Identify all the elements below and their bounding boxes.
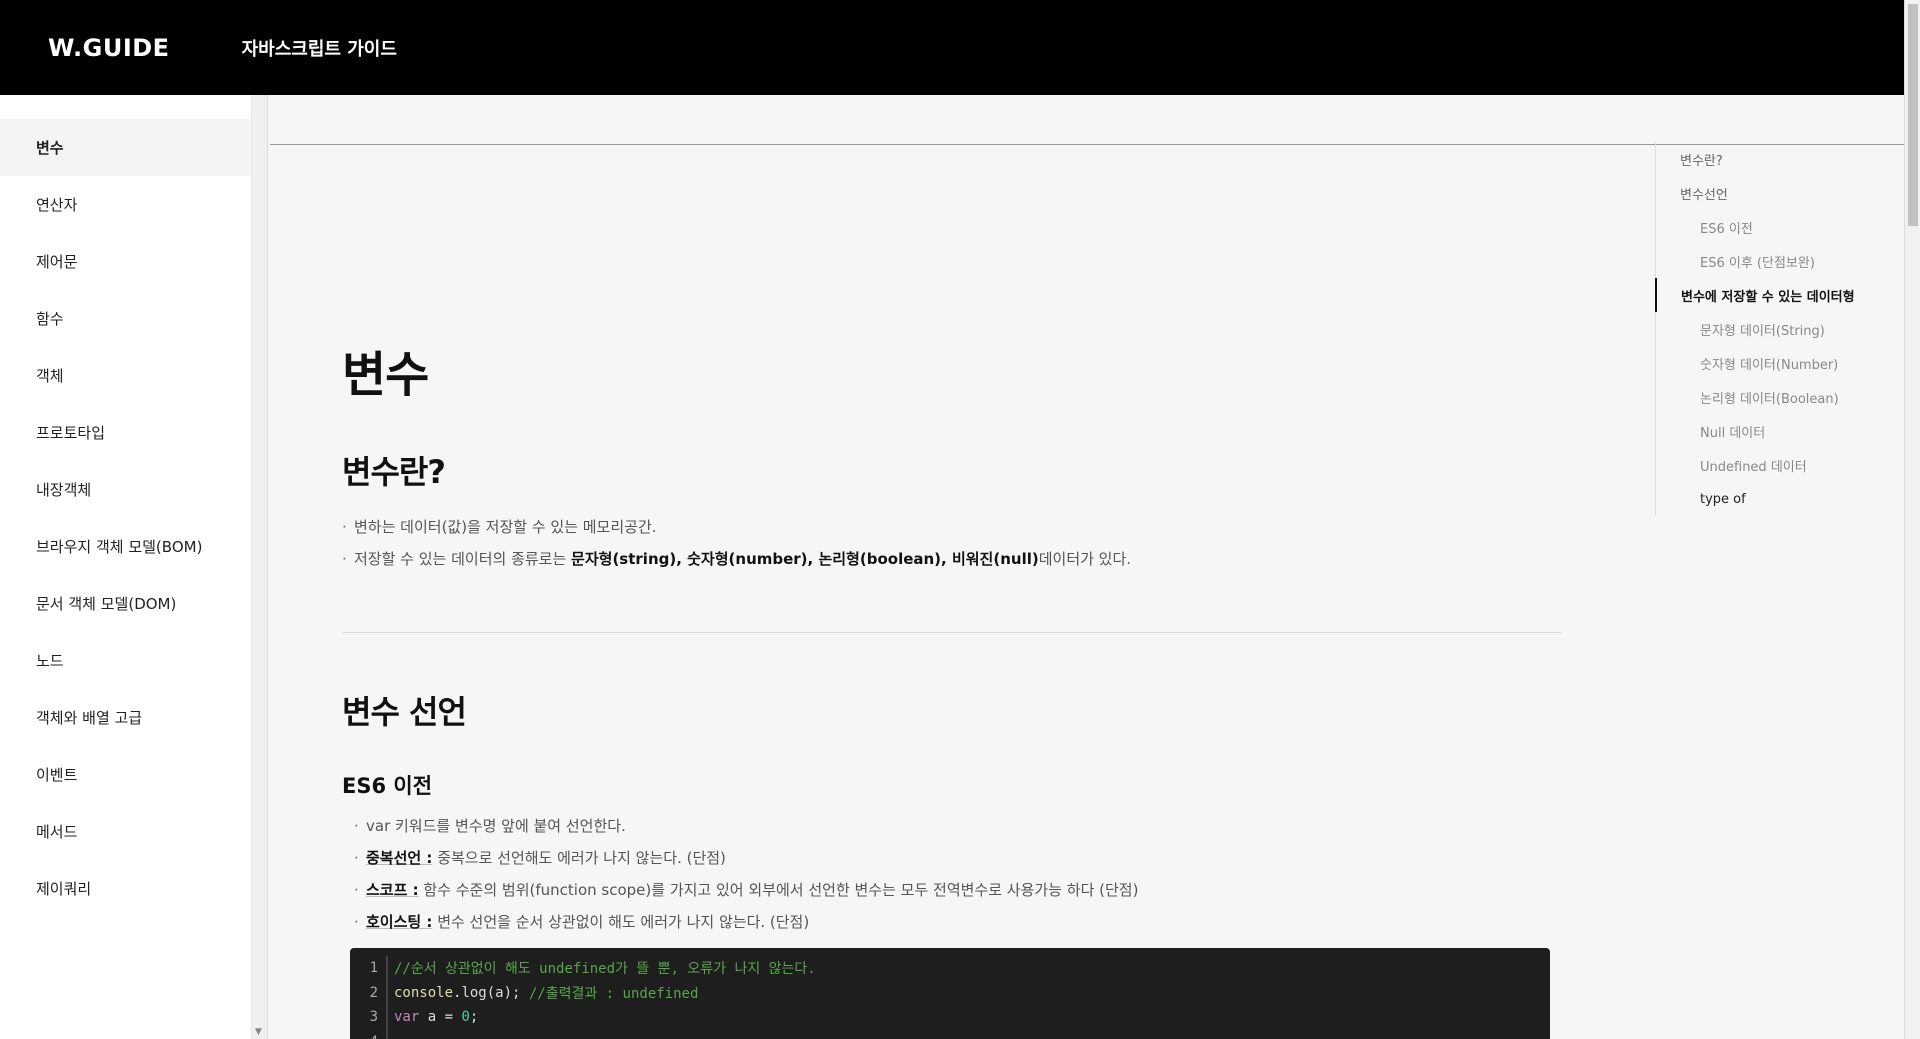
code-line: 1 //순서 상관없이 해도 undefined가 뜰 뿐, 오류가 나지 않는… (350, 956, 1550, 981)
gutter-bar (386, 1029, 388, 1039)
code-text: ; (469, 1009, 479, 1026)
list-item: var 키워드를 변수명 앞에 붙여 선언한다. (354, 810, 1554, 842)
table-of-contents: 변수란? 변수선언 ES6 이전 ES6 이후 (단점보완) 변수에 저장할 수… (1655, 142, 1895, 516)
list-item: 스코프 : 함수 수준의 범위(function scope)를 가지고 있어 … (354, 874, 1554, 906)
toc-item[interactable]: Null 데이터 (1656, 414, 1895, 448)
list-item-text: 함수 수준의 범위(function scope)를 가지고 있어 외부에서 선… (418, 881, 1139, 899)
code-block[interactable]: 1 //순서 상관없이 해도 undefined가 뜰 뿐, 오류가 나지 않는… (350, 948, 1550, 1039)
code-comment: //출력결과 : undefined (528, 985, 699, 1002)
toc-item[interactable]: 숫자형 데이터(Number) (1656, 346, 1895, 380)
sidebar-item-dom[interactable]: 문서 객체 모델(DOM) (0, 575, 251, 632)
code-line: 2 console .log(a); //출력결과 : undefined (350, 980, 1550, 1005)
logo[interactable]: W.GUIDE (48, 34, 170, 62)
sidebar-item-prototype[interactable]: 프로토타입 (0, 404, 251, 461)
scroll-down-arrow-icon[interactable]: ▼ (255, 1027, 262, 1037)
scrollbar-thumb[interactable] (1908, 4, 1918, 226)
list-item: 저장할 수 있는 데이터의 종류로는 문자형(string), 숫자형(numb… (342, 543, 1562, 575)
toc-item[interactable]: ES6 이후 (단점보완) (1656, 244, 1895, 278)
line-number: 1 (369, 960, 378, 977)
sidebar-item-bom[interactable]: 브라우지 객체 모델(BOM) (0, 518, 251, 575)
sidebar-item-objects[interactable]: 객체 (0, 347, 251, 404)
site-title[interactable]: 자바스크립트 가이드 (242, 35, 397, 61)
header: W.GUIDE 자바스크립트 가이드 (0, 0, 1904, 95)
sidebar-item-jquery[interactable]: 제이쿼리 (0, 860, 251, 917)
code-keyword: var (394, 1009, 420, 1026)
toc-item[interactable]: 변수선언 (1656, 176, 1895, 210)
toc-item[interactable]: Undefined 데이터 (1656, 448, 1895, 482)
sidebar-item-builtin-objects[interactable]: 내장객체 (0, 461, 251, 518)
code-identifier: console (394, 984, 454, 1001)
list-item-label: 스코프 : (366, 881, 419, 899)
sidebar-item-operators[interactable]: 연산자 (0, 176, 251, 233)
code-line: 3 var a = 0; (350, 1005, 1550, 1030)
sidebar-item-events[interactable]: 이벤트 (0, 746, 251, 803)
page-title: 변수 (342, 347, 429, 403)
code-line: 4 (350, 1029, 1550, 1039)
gutter-bar (386, 980, 388, 1005)
list-item-label: 중복선언 : (366, 849, 433, 867)
sidebar-item-control-statements[interactable]: 제어문 (0, 233, 251, 290)
list-item-label: 호이스팅 : (366, 913, 433, 931)
toc-item[interactable]: type of (1656, 482, 1895, 516)
toc-item[interactable]: 논리형 데이터(Boolean) (1656, 380, 1895, 414)
section-heading-variable-declaration: 변수 선언 (342, 693, 467, 731)
code-comment: //순서 상관없이 해도 undefined가 뜰 뿐, 오류가 나지 않는다. (394, 961, 816, 978)
section-divider (342, 632, 1562, 633)
sidebar-nav: 변수 연산자 제어문 함수 객체 프로토타입 내장객체 브라우지 객체 모델(B… (0, 95, 252, 1039)
code-text: .log(a); (453, 984, 529, 1001)
list-item: 중복선언 : 중복으로 선언해도 에러가 나지 않는다. (단점) (354, 842, 1554, 874)
section2-list: var 키워드를 변수명 앞에 붙여 선언한다. 중복선언 : 중복으로 선언해… (354, 810, 1554, 938)
list-item-text: 저장할 수 있는 데이터의 종류로는 (354, 550, 572, 568)
toc-item-active[interactable]: 변수에 저장할 수 있는 데이터형 (1655, 278, 1895, 312)
sidebar-scrollbar[interactable]: ▼ (252, 95, 268, 1039)
line-number: 4 (350, 1034, 386, 1039)
sidebar-item-advanced-objects-arrays[interactable]: 객체와 배열 고급 (0, 689, 251, 746)
subheading-before-es6: ES6 이전 (342, 774, 433, 798)
list-item-text: 변수 선언을 순서 상관없이 해도 에러가 나지 않는다. (단점) (432, 913, 810, 931)
section1-list: 변하는 데이터(값)을 저장할 수 있는 메모리공간. 저장할 수 있는 데이터… (342, 511, 1562, 575)
toc-item[interactable]: 변수란? (1656, 142, 1895, 176)
line-number: 3 (369, 1009, 378, 1026)
line-number: 2 (369, 984, 378, 1001)
sidebar-item-functions[interactable]: 함수 (0, 290, 251, 347)
list-item: 변하는 데이터(값)을 저장할 수 있는 메모리공간. (342, 511, 1562, 543)
gutter-bar (386, 1005, 388, 1030)
sidebar-item-node[interactable]: 노드 (0, 632, 251, 689)
section-heading-what-is-variable: 변수란? (342, 453, 446, 491)
sidebar-item-variables[interactable]: 변수 (0, 119, 251, 176)
toc-item[interactable]: ES6 이전 (1656, 210, 1895, 244)
list-item-text: 중복으로 선언해도 에러가 나지 않는다. (단점) (432, 849, 726, 867)
sidebar-item-methods[interactable]: 메서드 (0, 803, 251, 860)
list-item-text: 데이터가 있다. (1038, 550, 1132, 568)
list-item: 호이스팅 : 변수 선언을 순서 상관없이 해도 에러가 나지 않는다. (단점… (354, 906, 1554, 938)
code-text: a = (419, 1009, 462, 1026)
gutter-bar (386, 956, 388, 981)
list-item-text: var 키워드를 변수명 앞에 붙여 선언한다. (366, 817, 626, 835)
list-item-text: 변하는 데이터(값)을 저장할 수 있는 메모리공간. (354, 518, 657, 536)
code-number: 0 (461, 1009, 470, 1026)
page-scrollbar[interactable] (1904, 0, 1920, 1039)
data-types-text: 문자형(string), 숫자형(number), 논리형(boolean), … (571, 550, 1039, 568)
toc-item[interactable]: 문자형 데이터(String) (1656, 312, 1895, 346)
